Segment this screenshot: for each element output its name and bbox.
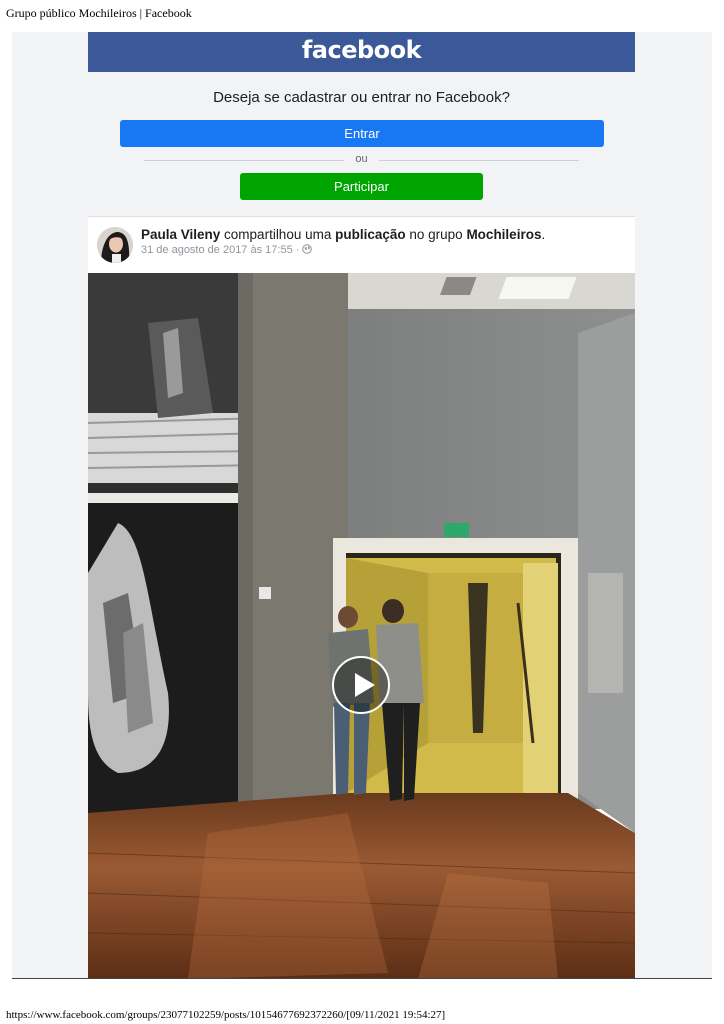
globe-icon — [302, 244, 313, 254]
end-punct: . — [541, 227, 546, 242]
author-avatar[interactable] — [97, 227, 133, 263]
post-header: Paula Vileny compartilhou uma publicação… — [88, 217, 635, 273]
video-thumbnail — [88, 273, 635, 978]
author-name[interactable]: Paula Vileny — [141, 227, 220, 242]
page-bottom-rule — [12, 978, 712, 979]
or-divider: ou — [144, 152, 579, 168]
print-footer-url: https://www.facebook.com/groups/23077102… — [6, 1009, 446, 1021]
post-headline: Paula Vileny compartilhou uma publicação… — [141, 227, 545, 242]
print-page-title: Grupo público Mochileiros | Facebook — [6, 6, 192, 20]
group-prefix: no grupo — [405, 227, 467, 242]
play-button[interactable] — [332, 656, 390, 714]
divider-text: ou — [355, 153, 368, 165]
content-column: facebook Deseja se cadastrar ou entrar n… — [88, 32, 635, 978]
action-text: compartilhou uma — [220, 227, 336, 242]
join-button[interactable]: Participar — [240, 173, 483, 200]
divider-line-right — [379, 160, 579, 161]
post-meta: 31 de agosto de 2017 às 17:55 · — [141, 244, 313, 256]
post-video[interactable] — [88, 273, 635, 978]
facebook-logo[interactable]: facebook — [302, 36, 422, 64]
post-timestamp[interactable]: 31 de agosto de 2017 às 17:55 · — [141, 244, 302, 256]
login-prompt-panel: Deseja se cadastrar ou entrar no Faceboo… — [88, 72, 635, 216]
group-link[interactable]: Mochileiros — [466, 227, 541, 242]
facebook-header: facebook — [88, 32, 635, 72]
post-card: Paula Vileny compartilhou uma publicação… — [88, 216, 635, 978]
login-button[interactable]: Entrar — [120, 120, 604, 147]
post-link[interactable]: publicação — [335, 227, 406, 242]
login-question: Deseja se cadastrar ou entrar no Faceboo… — [213, 89, 510, 106]
facebook-page: facebook Deseja se cadastrar ou entrar n… — [12, 32, 712, 978]
avatar-image — [97, 227, 133, 263]
play-icon — [355, 673, 375, 697]
